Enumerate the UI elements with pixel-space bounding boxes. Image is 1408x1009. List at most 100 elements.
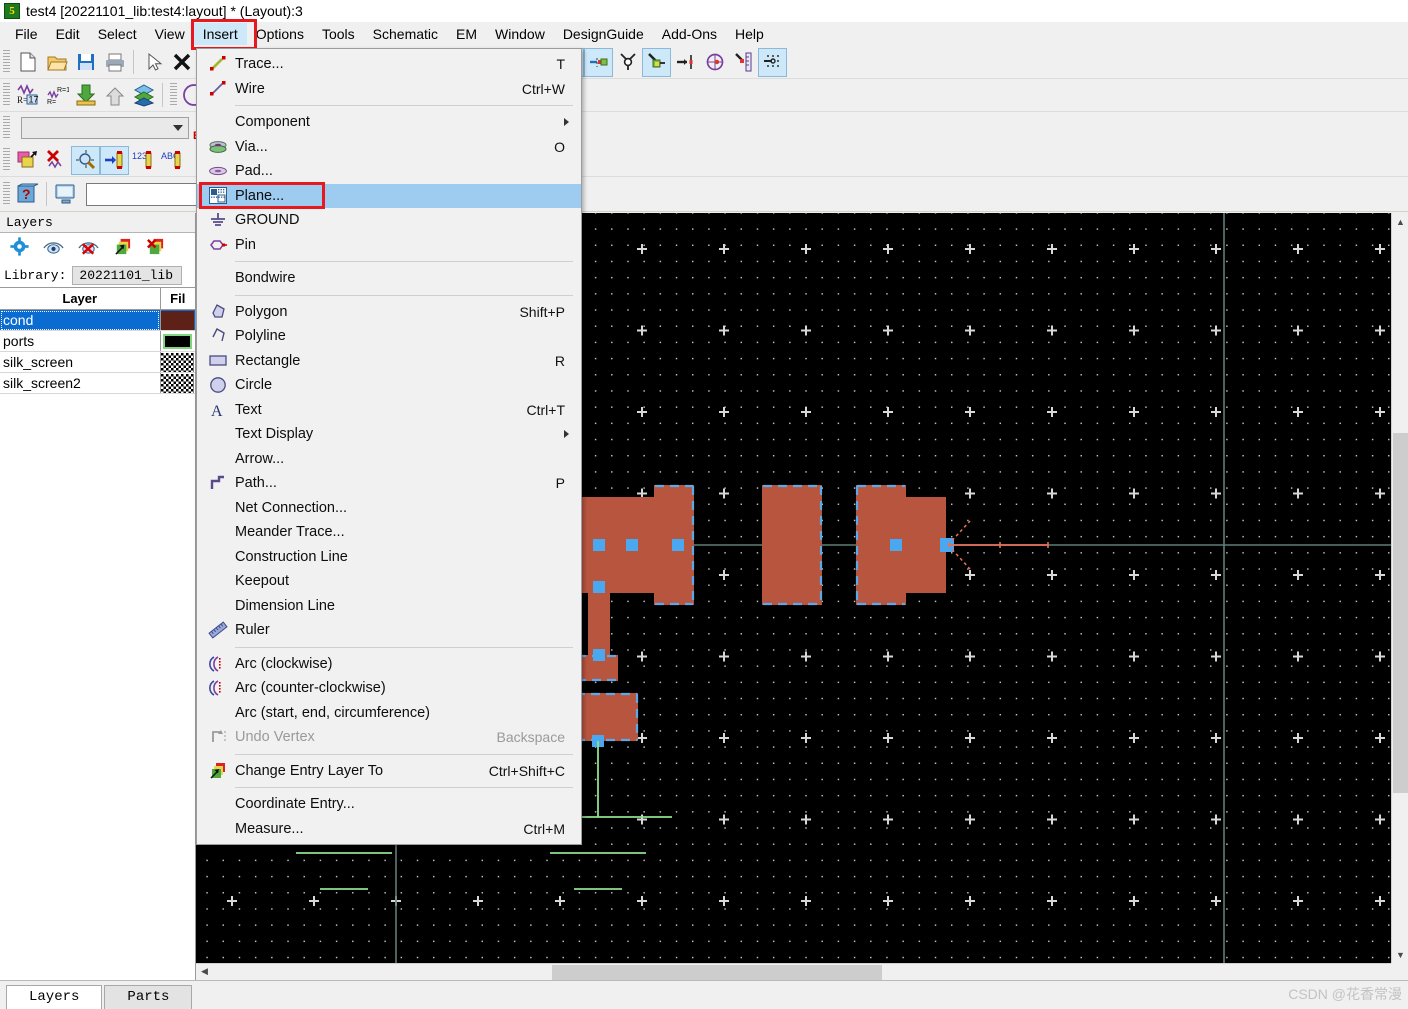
menu-item-arc-counter-clockwise[interactable]: Arc (counter-clockwise) xyxy=(197,676,581,701)
layer-fill-swatch[interactable] xyxy=(159,351,195,373)
menu-item-polygon[interactable]: Polygon Shift+P xyxy=(197,300,581,325)
layer-name[interactable]: cond xyxy=(0,309,160,331)
menu-item-arc-start-end-circumference[interactable]: Arc (start, end, circumference) xyxy=(197,701,581,726)
insert-dropdown-menu[interactable]: Trace... T Wire Ctrl+W Component Via... O Pad..… xyxy=(196,48,582,845)
library-value[interactable]: 20221101_lib xyxy=(72,265,183,285)
layer-name[interactable]: ports xyxy=(0,330,160,352)
save-button[interactable] xyxy=(71,48,100,77)
menu-item-via[interactable]: Via... O xyxy=(197,135,581,160)
menu-item-window[interactable]: Window xyxy=(486,23,554,45)
vertical-scroll-thumb[interactable] xyxy=(1393,433,1408,793)
menu-item-tools[interactable]: Tools xyxy=(313,23,364,45)
menu-item-change-entry-layer-to[interactable]: Change Entry Layer To Ctrl+Shift+C xyxy=(197,759,581,784)
flatten-layers-button[interactable] xyxy=(129,81,158,110)
layer-row[interactable]: silk_screen2 xyxy=(0,372,195,394)
layer-fill-swatch[interactable] xyxy=(159,372,195,394)
menu-item-net-connection[interactable]: Net Connection... xyxy=(197,496,581,521)
menu-item-file[interactable]: File xyxy=(6,23,47,45)
layer-row[interactable]: silk_screen xyxy=(0,351,195,373)
menu-item-measure[interactable]: Measure... Ctrl+M xyxy=(197,817,581,842)
menu-item-designguide[interactable]: DesignGuide xyxy=(554,23,653,45)
toolbar-grip[interactable] xyxy=(3,50,10,74)
menu-item-bondwire[interactable]: Bondwire xyxy=(197,266,581,291)
import-down-button[interactable] xyxy=(71,81,100,110)
horizontal-scroll-thumb[interactable] xyxy=(552,965,882,980)
menu-item-add-ons[interactable]: Add-Ons xyxy=(653,23,726,45)
menu-item-arc-clockwise[interactable]: Arc (clockwise) xyxy=(197,652,581,677)
panel-tab-parts[interactable]: Parts xyxy=(104,985,193,1009)
delete-layer-button[interactable] xyxy=(42,146,71,175)
menu-item-circle[interactable]: Circle xyxy=(197,373,581,398)
menu-item-view[interactable]: View xyxy=(146,23,194,45)
menu-item-pin[interactable]: Pin xyxy=(197,233,581,258)
menu-item-construction-line[interactable]: Construction Line xyxy=(197,545,581,570)
menu-item-em[interactable]: EM xyxy=(447,23,486,45)
menu-item-help[interactable]: Help xyxy=(726,23,773,45)
new-button[interactable] xyxy=(13,48,42,77)
set-resistance-small-button[interactable]: R=R=17 xyxy=(42,81,71,110)
layer-row[interactable]: cond xyxy=(0,309,195,331)
select-arrow-button[interactable] xyxy=(138,48,167,77)
toolbar-grip[interactable] xyxy=(3,182,10,206)
menu-item-schematic[interactable]: Schematic xyxy=(364,23,447,45)
print-button[interactable] xyxy=(100,48,129,77)
export-up-button[interactable] xyxy=(100,81,129,110)
web-help-button[interactable] xyxy=(51,180,80,209)
zoom-area-button[interactable] xyxy=(71,145,100,175)
gear-icon[interactable] xyxy=(10,237,29,259)
scroll-up-button[interactable]: ▲ xyxy=(1392,213,1408,230)
menu-item-edit[interactable]: Edit xyxy=(47,23,89,45)
menu-item-dimension-line[interactable]: Dimension Line xyxy=(197,594,581,619)
menu-item-select[interactable]: Select xyxy=(89,23,146,45)
pin-number-button[interactable]: 123 xyxy=(129,146,158,175)
menu-item-plane[interactable]: Plane... xyxy=(197,183,581,208)
menu-item-text[interactable]: A Text Ctrl+T xyxy=(197,398,581,423)
horizontal-scrollbar[interactable]: ◀ xyxy=(196,963,1391,980)
menu-item-coordinate-entry[interactable]: Coordinate Entry... xyxy=(197,792,581,817)
snap-to-vertex-button[interactable] xyxy=(613,48,642,77)
panel-tab-layers[interactable]: Layers xyxy=(6,985,103,1009)
vertical-scrollbar[interactable]: ▲ ▼ xyxy=(1391,213,1408,963)
menu-item-ground[interactable]: GROUND xyxy=(197,208,581,233)
set-resistance-button[interactable]: R= 17 xyxy=(13,81,42,110)
menu-item-meander-trace[interactable]: Meander Trace... xyxy=(197,520,581,545)
menu-item-arrow[interactable]: Arrow... xyxy=(197,447,581,472)
toolbar-grip[interactable] xyxy=(3,148,10,172)
menu-item-ruler[interactable]: Ruler xyxy=(197,618,581,643)
scroll-left-button[interactable]: ◀ xyxy=(196,963,213,980)
menu-item-rectangle[interactable]: Rectangle R xyxy=(197,349,581,374)
snap-to-edge-button[interactable] xyxy=(642,47,671,77)
layer-fill-swatch[interactable] xyxy=(159,309,195,331)
layer-row[interactable]: ports xyxy=(0,330,195,352)
help-button[interactable]: ? xyxy=(13,180,42,209)
layer-fill-swatch[interactable] xyxy=(159,330,195,352)
layer-select-combobox[interactable] xyxy=(21,117,189,139)
scroll-down-button[interactable]: ▼ xyxy=(1392,946,1408,963)
menu-item-path[interactable]: Path... P xyxy=(197,471,581,496)
menu-item-undo-vertex[interactable]: Undo Vertex Backspace xyxy=(197,725,581,750)
goto-pin-button[interactable] xyxy=(100,145,129,175)
toolbar-grip[interactable] xyxy=(3,116,10,140)
layer-name[interactable]: silk_screen xyxy=(0,351,160,373)
snap-to-center-button[interactable] xyxy=(700,48,729,77)
open-button[interactable] xyxy=(42,48,71,77)
snap-to-grid-button[interactable] xyxy=(758,47,787,77)
menu-item-wire[interactable]: Wire Ctrl+W xyxy=(197,77,581,102)
snap-to-pin-button[interactable] xyxy=(584,47,613,77)
delete-button[interactable] xyxy=(167,48,196,77)
menu-item-keepout[interactable]: Keepout xyxy=(197,569,581,594)
menu-item-component[interactable]: Component xyxy=(197,110,581,135)
menu-item-text-display[interactable]: Text Display xyxy=(197,422,581,447)
pin-name-button[interactable]: ABC xyxy=(158,146,187,175)
eye-off-icon[interactable] xyxy=(78,239,99,258)
snap-to-midpoint-button[interactable] xyxy=(671,48,700,77)
menu-item-trace[interactable]: Trace... T xyxy=(197,52,581,77)
toolbar-grip[interactable] xyxy=(170,83,177,107)
menu-item-polyline[interactable]: Polyline xyxy=(197,324,581,349)
copy-layer-button[interactable] xyxy=(13,146,42,175)
toolbar-grip[interactable] xyxy=(3,83,10,107)
menu-item-options[interactable]: Options xyxy=(247,23,313,45)
snap-to-ruler-button[interactable] xyxy=(729,48,758,77)
layer-deselect-icon[interactable] xyxy=(146,237,165,259)
layer-select-icon[interactable] xyxy=(113,237,132,259)
